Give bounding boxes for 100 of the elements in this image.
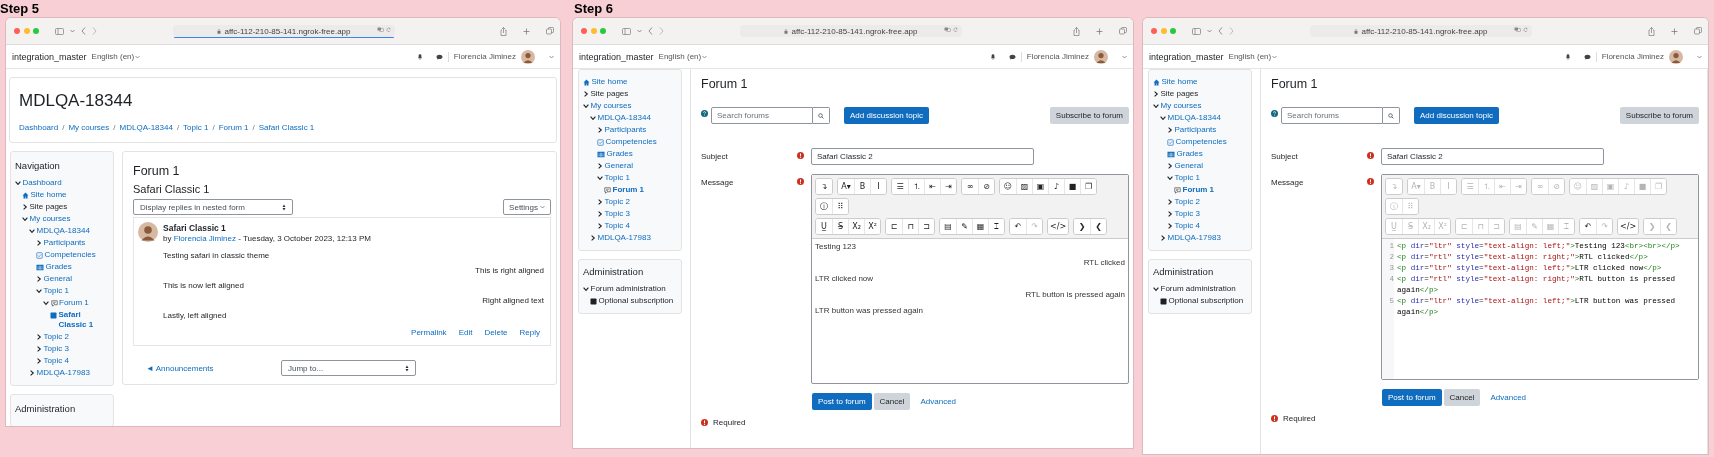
nav-item[interactable]: General (43, 273, 72, 285)
subject-field[interactable]: Safari Classic 2 (1381, 148, 1604, 165)
site-name[interactable]: integration_master (12, 51, 87, 62)
nav-item[interactable]: Forum 1 (612, 184, 645, 196)
chevron-icon[interactable] (597, 127, 603, 133)
language-menu[interactable]: English (en) (91, 52, 141, 61)
chat-icon[interactable] (1008, 53, 1016, 60)
breadcrumb-link[interactable]: Topic 1 (183, 123, 209, 132)
back-icon[interactable] (648, 27, 653, 35)
chevron-icon[interactable] (1160, 115, 1166, 121)
chevron-icon[interactable] (597, 199, 603, 205)
address-bar[interactable]: affc-112-210-85-141.ngrok-free.app (740, 25, 962, 37)
toolbar-button[interactable]: I (870, 179, 886, 194)
post-button[interactable]: Post to forum (1382, 389, 1442, 406)
toolbar-button[interactable]: A▾ (838, 179, 854, 194)
toolbar-button[interactable]: ↴ (816, 179, 832, 194)
nav-item[interactable]: Optional subscription (598, 295, 674, 307)
nav-item[interactable]: Topic 2 (604, 196, 630, 208)
chevron-icon[interactable] (583, 103, 589, 109)
address-bar[interactable]: affc-112-210-85-141.ngrok-free.app (173, 25, 395, 37)
toolbar-button[interactable]: ❐ (1080, 179, 1096, 194)
toolbar-button[interactable]: ⇥ (940, 179, 956, 194)
chevron-icon[interactable] (1153, 103, 1159, 109)
site-name[interactable]: integration_master (579, 51, 654, 62)
chevron-icon[interactable] (1167, 199, 1173, 205)
tabs-icon[interactable] (1694, 27, 1702, 35)
chevron-icon[interactable] (15, 180, 21, 186)
author-link[interactable]: Florencia Jiminez (173, 234, 236, 243)
post-button[interactable]: Post to forum (812, 393, 872, 410)
nav-item[interactable]: Topic 3 (604, 208, 630, 220)
chevron-icon[interactable] (36, 334, 42, 340)
nav-item[interactable]: Forum administration (1160, 283, 1236, 295)
add-discussion-button[interactable]: Add discussion topic (1414, 107, 1499, 124)
nav-item[interactable]: MDLQA-17983 (597, 232, 651, 244)
bell-icon[interactable] (989, 53, 996, 60)
nav-item[interactable]: Site pages (29, 201, 68, 213)
jump-to-select[interactable]: Jump to... (281, 360, 416, 376)
help-icon[interactable] (701, 110, 708, 117)
nav-item[interactable]: Topic 1 (604, 172, 630, 184)
tabs-icon[interactable] (546, 27, 554, 35)
nav-item[interactable]: General (604, 160, 633, 172)
cancel-button[interactable]: Cancel (1443, 389, 1481, 406)
toolbar-button[interactable]: ⊘ (978, 179, 994, 194)
nav-item[interactable]: Forum administration (590, 283, 666, 295)
toolbar-button[interactable]: </> (1048, 219, 1069, 234)
nav-item[interactable]: Grades (45, 261, 72, 273)
back-icon[interactable] (81, 27, 86, 35)
nav-item[interactable]: Site pages (1160, 88, 1199, 100)
nav-item[interactable]: Participants (43, 237, 86, 249)
back-icon[interactable] (1218, 27, 1223, 35)
nav-item[interactable]: Optional subscription (1168, 295, 1244, 307)
chevron-icon[interactable] (43, 300, 49, 306)
share-icon[interactable] (1073, 26, 1080, 36)
chevron-icon[interactable] (29, 228, 35, 234)
chevron-icon[interactable] (22, 216, 28, 222)
chevron-icon[interactable] (36, 346, 42, 352)
chevron-icon[interactable] (1167, 175, 1173, 181)
share-icon[interactable] (1648, 26, 1655, 36)
nav-item[interactable]: Topic 3 (43, 343, 69, 355)
breadcrumb-link[interactable]: Safari Classic 1 (258, 123, 315, 132)
advanced-link[interactable]: Advanced (1490, 393, 1527, 402)
search-button[interactable] (813, 107, 830, 124)
bell-icon[interactable] (416, 53, 423, 60)
chevron-icon[interactable] (1167, 211, 1173, 217)
toolbar-button[interactable]: ⊐ (918, 219, 934, 234)
nav-item[interactable]: Forum 1 (59, 297, 89, 309)
nav-item[interactable]: Topic 4 (604, 220, 630, 232)
display-mode-select[interactable]: Display replies in nested form (133, 199, 293, 215)
chevron-icon[interactable] (1153, 91, 1159, 97)
nav-item[interactable]: Grades (1176, 148, 1203, 160)
nav-item[interactable]: MDLQA-18344 (36, 225, 90, 237)
chevron-icon[interactable] (590, 235, 596, 241)
search-button[interactable] (1383, 107, 1400, 124)
plus-icon[interactable] (523, 27, 530, 35)
nav-item[interactable]: My courses (29, 213, 71, 225)
nav-item[interactable]: MDLQA-18344 (1167, 112, 1221, 124)
message-editor[interactable] (1381, 174, 1699, 380)
nav-item[interactable]: Topic 3 (1174, 208, 1200, 220)
chat-icon[interactable] (435, 53, 443, 60)
nav-item[interactable]: Site home (1161, 76, 1198, 88)
chevron-icon[interactable] (583, 286, 589, 292)
nav-item[interactable]: Site pages (590, 88, 629, 100)
chevron-icon[interactable] (597, 223, 603, 229)
nav-item[interactable]: Competencies (1175, 136, 1227, 148)
search-field[interactable]: Search forums (711, 107, 813, 124)
nav-item[interactable]: Safari Classic 1 (58, 309, 109, 331)
sidebar-icon[interactable] (1192, 27, 1201, 35)
language-menu[interactable]: English (en) (658, 52, 708, 61)
address-bar[interactable]: affc-112-210-85-141.ngrok-free.app (1310, 25, 1532, 37)
bell-icon[interactable] (1564, 53, 1571, 60)
tabs-icon[interactable] (1119, 27, 1127, 35)
chevron-icon[interactable] (1167, 163, 1173, 169)
nav-item[interactable]: Competencies (605, 136, 657, 148)
toolbar-button[interactable]: </> (1618, 219, 1639, 234)
user-name[interactable]: Florencia Jiminez (1026, 52, 1089, 61)
chevron-icon[interactable] (1153, 286, 1159, 292)
user-name[interactable]: Florencia Jiminez (1601, 52, 1664, 61)
plus-icon[interactable] (1096, 27, 1103, 35)
chevron-icon[interactable] (597, 175, 603, 181)
nav-item[interactable]: Topic 1 (43, 285, 69, 297)
